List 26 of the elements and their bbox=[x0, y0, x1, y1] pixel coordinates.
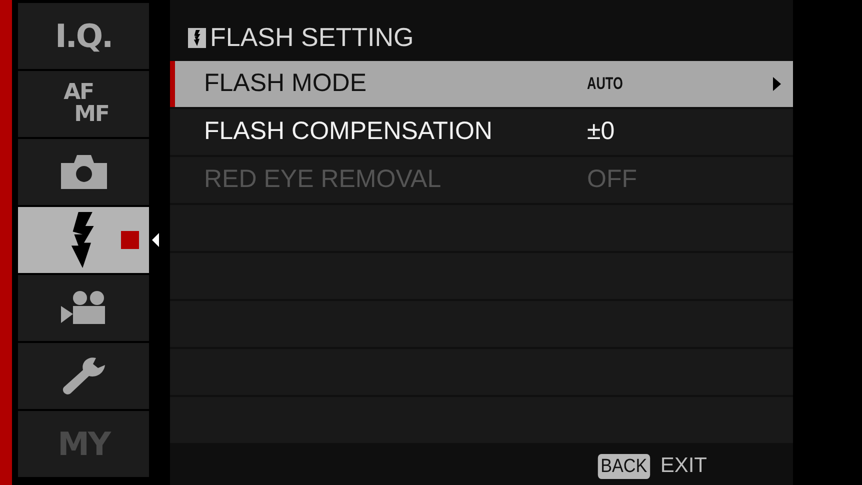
tab-label: MF bbox=[74, 104, 109, 126]
back-key: BACK bbox=[597, 454, 650, 478]
sidebar-tab[interactable]: I.Q. bbox=[18, 3, 149, 69]
row-value: AUTO bbox=[587, 73, 623, 96]
menu-title: FLASH SETTING bbox=[210, 21, 414, 54]
sidebar-tab[interactable] bbox=[18, 139, 149, 205]
exit-label: EXIT bbox=[660, 453, 707, 480]
row-label: FLASH MODE bbox=[204, 68, 368, 100]
tab-label: AF bbox=[64, 82, 94, 104]
movie-camera-icon bbox=[60, 290, 106, 326]
menu-row[interactable]: FLASH COMPENSATION ±0 bbox=[170, 109, 793, 155]
sidebar-tab[interactable] bbox=[18, 343, 149, 409]
arrow-right-icon bbox=[773, 77, 781, 91]
sidebar-tab[interactable] bbox=[18, 275, 149, 341]
sidebar-tab[interactable]: AF MF bbox=[18, 71, 149, 137]
row-label: FLASH COMPENSATION bbox=[204, 116, 494, 148]
bolt-icon bbox=[192, 30, 202, 46]
row-label: RED EYE REMOVAL bbox=[204, 164, 442, 196]
wrench-icon bbox=[62, 356, 106, 396]
camera-icon bbox=[60, 155, 106, 189]
tab-label: I.Q. bbox=[54, 17, 112, 55]
row-value: OFF bbox=[587, 164, 637, 196]
pointer-icon bbox=[152, 233, 159, 247]
selection-square bbox=[121, 231, 139, 249]
row-value: ±0 bbox=[587, 116, 615, 148]
menu-row[interactable]: FLASH MODE AUTO bbox=[170, 61, 793, 107]
